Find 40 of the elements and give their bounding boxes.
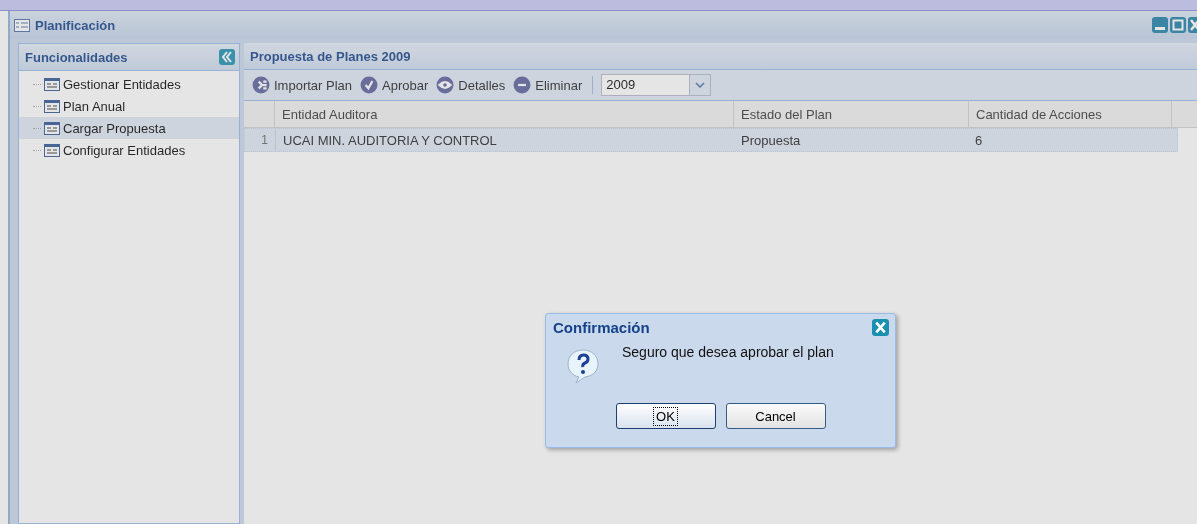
panel-title: Propuesta de Planes 2009 [250,48,411,64]
dialog-title: Confirmación [553,319,650,336]
table-cell-text: Propuesta [740,131,802,150]
column-header[interactable]: Entidad Auditora [275,101,734,127]
dialog-button[interactable]: OK [615,403,716,429]
chevron-down-icon [695,82,706,88]
column-header[interactable]: Cantidad de Acciones [969,101,1172,127]
tree-item[interactable]: Plan Anual [19,95,239,117]
dialog-button[interactable]: Cancel [725,403,826,429]
table-cell-text: UCAI MIN. AUDITORIA Y CONTROL [282,131,498,150]
dialog-message: Seguro que desea aprobar el plan [622,344,834,360]
minimize-icon[interactable] [1152,17,1168,33]
table-row[interactable]: 1 UCAI MIN. AUDITORIA Y CONTROL Propuesta 6 [244,128,1178,152]
window-title: Planificación [35,17,116,33]
toolbar-button[interactable]: Importar Plan [250,76,355,94]
year-select[interactable]: 2009 [601,74,712,96]
row-number: 1 [245,129,276,151]
list-icon [14,18,30,32]
list-icon [44,143,60,157]
close-icon[interactable] [872,319,889,336]
toolbar-button[interactable]: Aprobar [358,76,431,94]
toolbar-button[interactable]: Eliminar [511,76,585,94]
import-icon [252,76,270,94]
tree-item[interactable]: Gestionar Entidades [19,73,239,95]
list-icon [44,99,60,113]
eye-icon [436,76,455,94]
close-icon[interactable] [1188,17,1197,33]
question-icon [566,348,600,384]
list-icon [44,121,60,135]
tree-item[interactable]: Configurar Entidades [19,139,239,161]
maximize-icon[interactable] [1170,17,1186,33]
column-header[interactable]: Estado del Plan [734,101,969,127]
tree-item[interactable]: Cargar Propuesta [19,117,239,139]
list-icon [44,77,60,91]
sidebar-title: Funcionalidades [25,49,128,65]
minus-icon [513,76,532,94]
check-icon [360,76,379,94]
table-cell-text: 6 [974,131,984,150]
toolbar-button[interactable]: Detalles [434,76,508,94]
collapse-icon[interactable] [219,49,235,65]
